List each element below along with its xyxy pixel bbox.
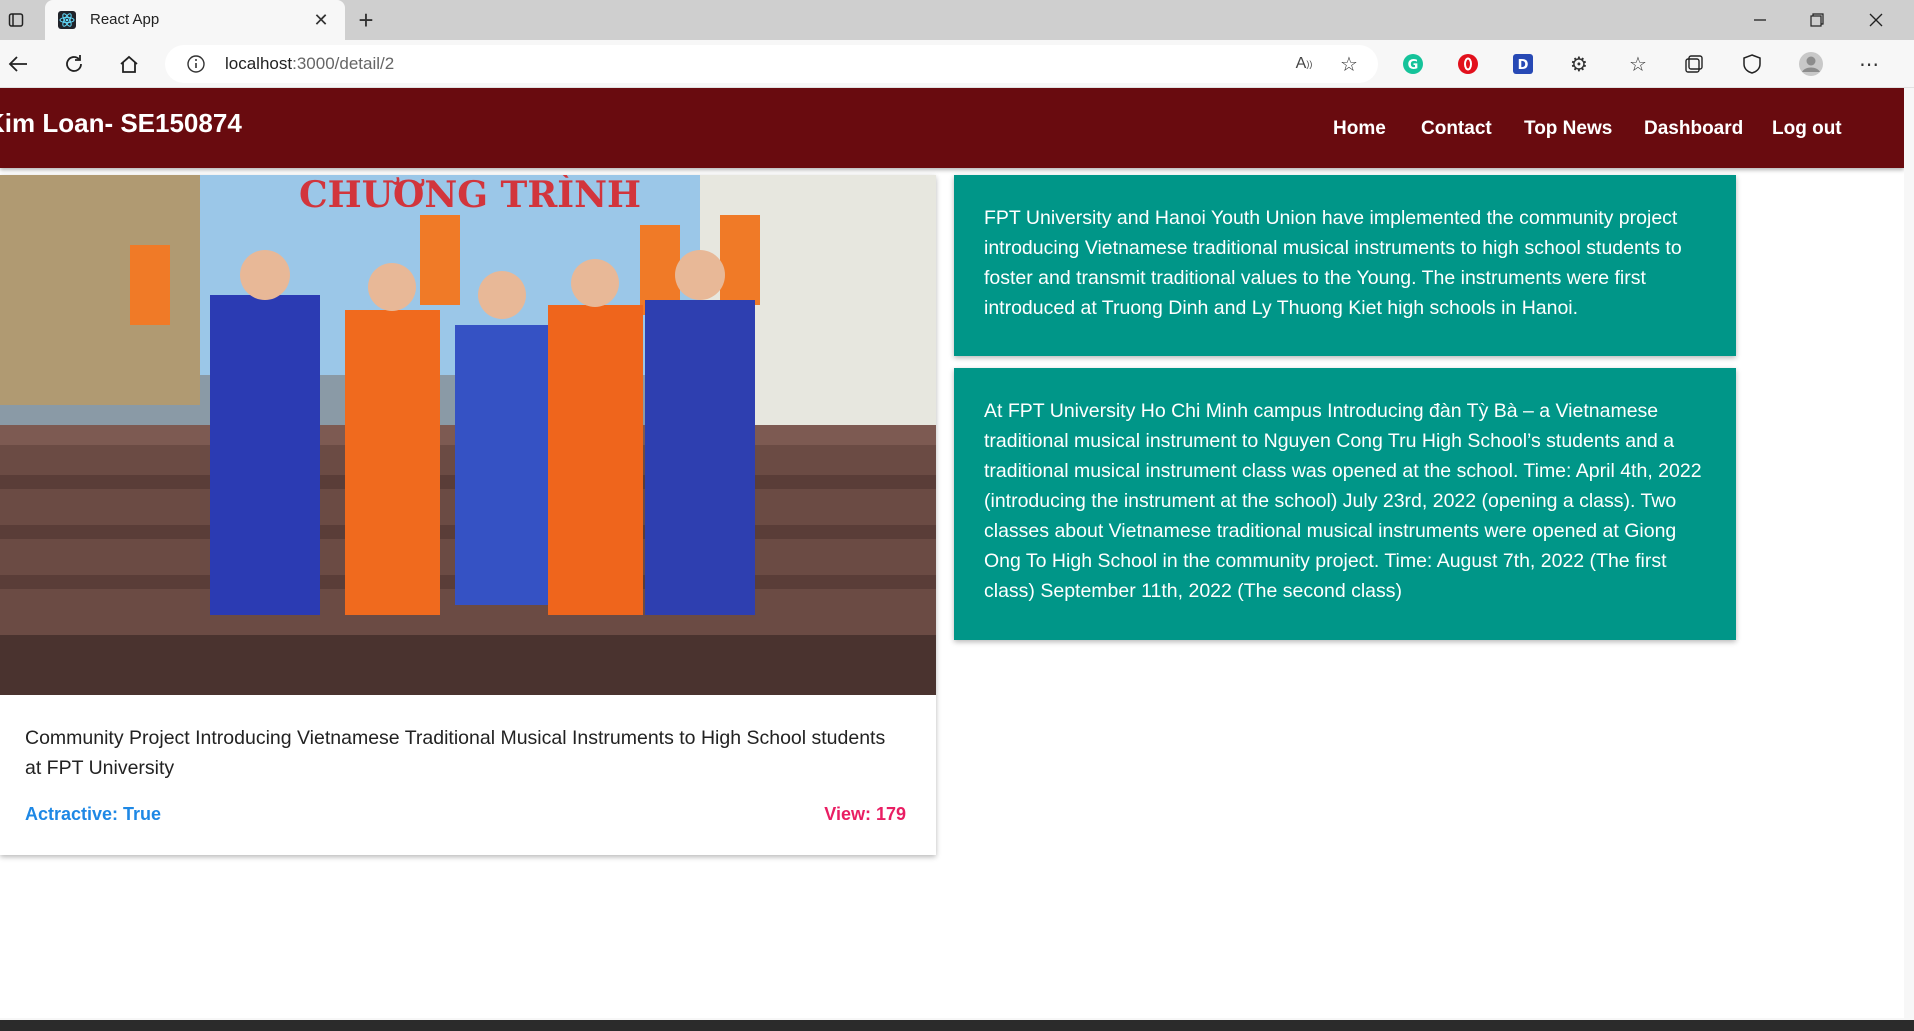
attractive-label: Actractive: True [25,804,162,824]
reload-icon[interactable] [60,50,88,78]
performers [210,250,755,615]
back-icon[interactable] [4,50,32,78]
navbar: Kim Loan- SE150874 Home Contact Top News… [0,88,1904,168]
view-count: View: 179 [824,804,906,824]
nav-contact[interactable]: Contact [1421,118,1492,140]
nav-top-news[interactable]: Top News [1524,118,1612,140]
grammarly-icon[interactable]: G [1401,52,1425,76]
browser-tab-bar: React App ✕ + [0,0,1914,40]
minimize-icon[interactable] [1745,6,1775,34]
read-aloud-icon[interactable]: A)) [1292,53,1316,75]
nav-home[interactable]: Home [1333,118,1386,140]
close-icon[interactable]: ✕ [311,10,331,30]
new-tab-icon[interactable]: + [352,5,380,35]
info-box-hcmc: At FPT University Ho Chi Minh campus Int… [954,368,1736,640]
window-edge [1904,88,1914,1020]
d-extension-icon[interactable]: D [1511,52,1535,76]
extensions-icon[interactable]: ⚙ [1567,52,1591,76]
shield-icon[interactable] [1740,52,1764,76]
article-title: Community Project Introducing Vietnamese… [25,727,886,779]
info-box-hanoi: FPT University and Hanoi Youth Union hav… [954,175,1736,356]
news-photo: CHƯƠNG TRÌNH [0,175,936,695]
photo-banner-text: CHƯƠNG TRÌNH [299,175,641,216]
restore-icon[interactable] [1802,6,1832,34]
opera-icon[interactable] [1456,52,1480,76]
tab-title: React App [90,11,160,28]
taskbar [0,1020,1914,1031]
nav-logout[interactable]: Log out [1772,118,1842,140]
collections-icon[interactable] [1682,52,1706,76]
close-window-icon[interactable] [1861,6,1891,34]
home-icon[interactable] [115,50,143,78]
info-icon[interactable] [185,53,207,75]
react-icon [57,10,77,30]
brand-title[interactable]: Kim Loan- SE150874 [0,108,242,139]
news-card[interactable]: CHƯƠNG TRÌNH Community Project Introduci… [0,175,936,855]
profile-avatar[interactable] [1797,50,1825,78]
url-text[interactable]: localhost:3000/detail/2 [225,54,394,74]
browser-tab[interactable]: React App ✕ [45,0,345,40]
svg-text:G: G [1408,58,1419,73]
address-bar[interactable]: localhost:3000/detail/2 A)) ☆ [165,45,1378,83]
nav-dashboard[interactable]: Dashboard [1644,118,1743,140]
svg-text:D: D [1518,58,1529,73]
browser-toolbar: localhost:3000/detail/2 A)) ☆ G D ⚙ ☆ ⋯ [0,40,1914,88]
more-icon[interactable]: ⋯ [1856,52,1882,76]
favorites-icon[interactable]: ☆ [1626,52,1650,76]
window-icon[interactable] [4,8,28,32]
favorite-add-icon[interactable]: ☆ [1337,52,1361,76]
page: Kim Loan- SE150874 Home Contact Top News… [0,88,1904,1018]
